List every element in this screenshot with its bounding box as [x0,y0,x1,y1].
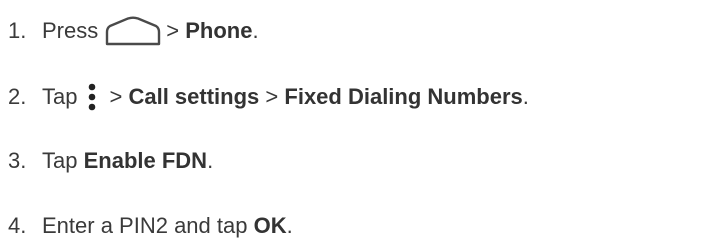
step-end: . [207,148,214,173]
step-end: . [286,213,293,238]
home-key-icon [106,16,161,46]
step-1: 1. Press > Phone . [8,11,259,51]
step-number: 2. [8,84,27,109]
step-target-ok: OK [253,213,287,238]
step-target-enable-fdn: Enable FDN [83,148,208,173]
step-text: Enter a PIN2 and tap [42,213,248,238]
step-verb: Tap [42,84,78,109]
step-verb: Press [42,18,99,43]
step-target-call-settings: Call settings [128,84,260,109]
step-separator: > [265,84,279,109]
step-number: 3. [8,148,27,173]
step-separator: > [166,18,180,43]
step-4: 4. Enter a PIN2 and tap OK . [8,206,293,246]
step-3: 3. Tap Enable FDN . [8,141,213,181]
step-number: 1. [8,18,27,43]
menu-more-icon [89,83,96,111]
step-2: 2. Tap > Call settings > Fixed Dialing N… [8,77,529,117]
step-end: . [522,84,529,109]
step-number: 4. [8,213,27,238]
step-end: . [252,18,259,43]
step-target-phone: Phone [185,18,253,43]
step-verb: Tap [42,148,78,173]
step-target-fixed-dialing-numbers: Fixed Dialing Numbers [284,84,523,109]
step-separator: > [109,84,123,109]
